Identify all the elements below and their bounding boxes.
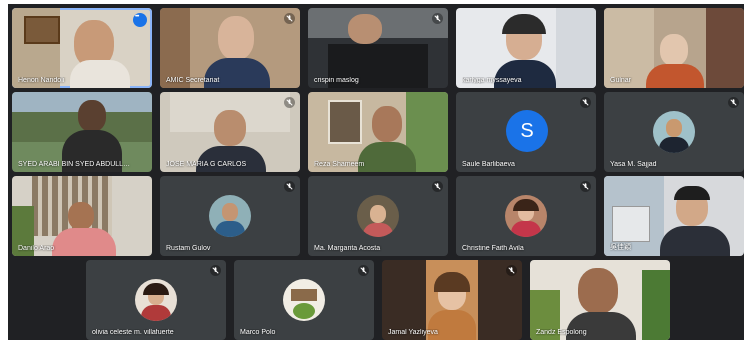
participant-tile[interactable]: JOSE MARIA G CARLOS xyxy=(160,92,300,172)
participant-avatar xyxy=(135,279,177,321)
participant-name: Saule Barlibaeva xyxy=(462,161,515,168)
participant-hair xyxy=(674,186,710,200)
participant-tile[interactable]: Yasa M. Sajjad xyxy=(604,92,744,172)
mic-off-icon xyxy=(284,181,295,192)
participant-name: Danilo Arao xyxy=(18,245,55,252)
participant-initial-avatar: S xyxy=(506,110,548,152)
video-background xyxy=(160,8,190,88)
mic-off-icon xyxy=(728,97,739,108)
participant-tile[interactable]: AMIC Secretariat xyxy=(160,8,300,88)
participant-name: Yasa M. Sajjad xyxy=(610,161,657,168)
participant-face xyxy=(78,100,106,132)
participant-face xyxy=(214,110,246,146)
participant-name: Reza Shameem xyxy=(314,161,365,168)
mic-off-icon xyxy=(210,265,221,276)
monitor xyxy=(612,206,650,242)
participant-body xyxy=(646,64,704,88)
participant-name: Gulnar xyxy=(610,77,632,84)
participant-avatar xyxy=(505,195,547,237)
participant-tile[interactable]: Christine Faith Avila xyxy=(456,176,596,256)
participant-tile[interactable]: Jamal Yazliyeva xyxy=(382,260,522,340)
participant-name: Jamal Yazliyeva xyxy=(388,329,438,336)
participant-avatar xyxy=(653,111,695,153)
more-options-icon[interactable] xyxy=(133,13,147,27)
participant-face xyxy=(348,14,382,44)
participant-name: SYED ARABI BIN SYED ABDULLA… xyxy=(18,161,132,168)
mic-off-icon xyxy=(284,13,295,24)
participant-tile[interactable]: 吳佳穎 xyxy=(604,176,744,256)
mic-off-icon xyxy=(580,181,591,192)
mic-off-icon xyxy=(432,13,443,24)
participant-avatar xyxy=(209,195,251,237)
participant-tile[interactable]: crispin maslog xyxy=(308,8,448,88)
participant-tile[interactable]: Danilo Arao xyxy=(12,176,152,256)
participant-name: Christine Faith Avila xyxy=(462,245,524,252)
mic-off-icon xyxy=(580,97,591,108)
participant-face xyxy=(578,268,618,314)
participant-tile[interactable]: Ma. Margarita Acosta xyxy=(308,176,448,256)
mic-off-icon xyxy=(506,265,517,276)
participant-tile[interactable]: olivia celeste m. villafuerte xyxy=(86,260,226,340)
participant-name: olivia celeste m. villafuerte xyxy=(92,329,174,336)
participant-avatar xyxy=(357,195,399,237)
participant-tile[interactable]: Henon Nandoli xyxy=(12,8,152,88)
wall-picture xyxy=(24,16,60,44)
participant-name: AMIC Secretariat xyxy=(166,77,220,84)
participant-tile[interactable]: karlyga myssayeva xyxy=(456,8,596,88)
participant-face xyxy=(218,16,254,60)
participant-name: crispin maslog xyxy=(314,77,359,84)
participant-name: Ma. Margarita Acosta xyxy=(314,245,381,252)
wall-picture xyxy=(328,100,362,144)
participant-tile[interactable]: Marco Polo xyxy=(234,260,374,340)
participant-tile[interactable]: SYED ARABI BIN SYED ABDULLA… xyxy=(12,92,152,172)
participant-tile[interactable]: Rustam Gulov xyxy=(160,176,300,256)
participant-face xyxy=(68,202,94,230)
participant-tile[interactable]: S Saule Barlibaeva xyxy=(456,92,596,172)
video-background xyxy=(556,8,596,88)
participant-name: JOSE MARIA G CARLOS xyxy=(166,161,247,168)
mic-off-icon xyxy=(284,97,295,108)
participant-name: Rustam Gulov xyxy=(166,245,211,252)
participant-hair xyxy=(502,14,546,34)
mic-off-icon xyxy=(358,265,369,276)
participant-face xyxy=(660,34,688,66)
curtain xyxy=(706,8,744,88)
participant-tile[interactable]: Gulnar xyxy=(604,8,744,88)
participant-body xyxy=(196,146,266,172)
video-grid: Henon Nandoli AMIC Secretariat crispin m… xyxy=(8,4,744,340)
participant-name: 吳佳穎 xyxy=(610,244,631,251)
participant-name: Henon Nandoli xyxy=(18,77,65,84)
participant-name: Zandz Espolong xyxy=(536,329,587,336)
participant-face xyxy=(372,106,402,142)
participant-tile[interactable]: Reza Shameem xyxy=(308,92,448,172)
participant-avatar xyxy=(283,279,325,321)
mic-off-icon xyxy=(432,181,443,192)
participant-tile[interactable]: Zandz Espolong xyxy=(530,260,670,340)
participant-name: karlyga myssayeva xyxy=(462,77,522,84)
participant-name: Marco Polo xyxy=(240,329,276,336)
